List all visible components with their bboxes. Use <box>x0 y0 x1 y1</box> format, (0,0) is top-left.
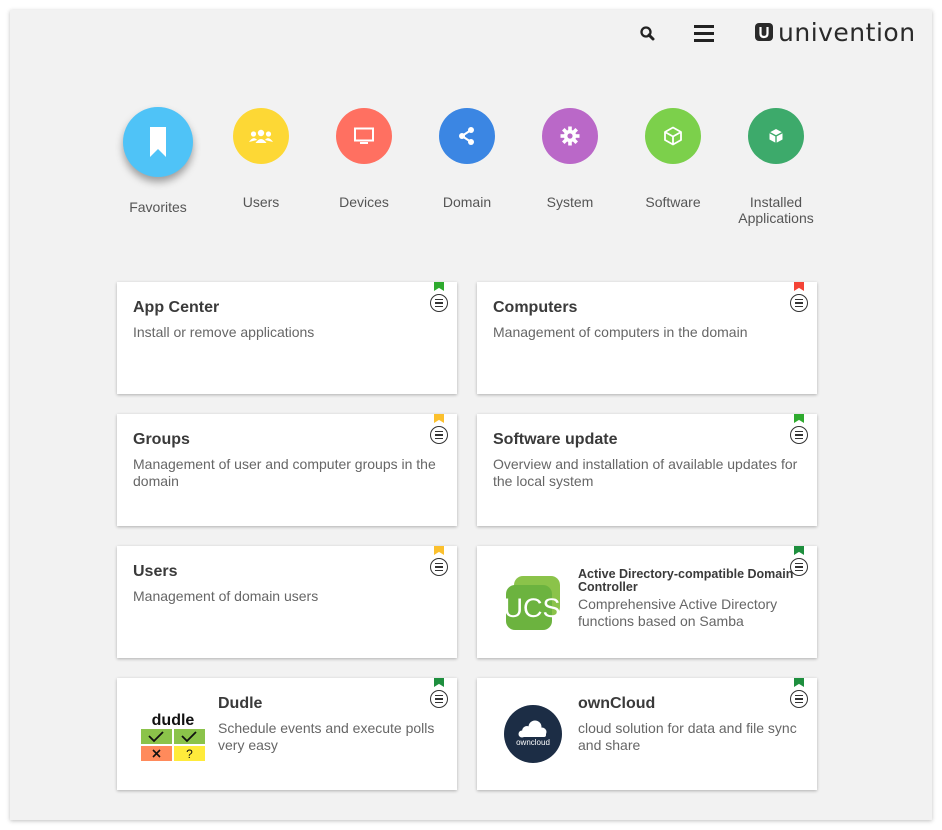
brand-name: univention <box>778 17 916 47</box>
module-menu-icon[interactable] <box>430 558 448 576</box>
category-label: Domain <box>442 194 492 210</box>
category-circle <box>542 108 598 164</box>
category-installed-applications[interactable]: Installed Applications <box>721 108 831 226</box>
box-icon <box>769 129 783 143</box>
module-description: Comprehensive Active Directory functions… <box>578 596 778 629</box>
module-description: cloud solution for data and file sync an… <box>578 720 797 753</box>
module-title: Users <box>133 563 178 580</box>
favorite-flag-icon <box>434 678 444 687</box>
category-software[interactable]: Software <box>618 108 728 210</box>
module-title: Active Directory-compatible Domain Contr… <box>578 567 794 594</box>
module-description: Management of user and computer groups i… <box>133 456 436 489</box>
category-system[interactable]: System <box>515 108 625 210</box>
category-circle <box>748 108 804 164</box>
category-favorites[interactable]: Favorites <box>103 107 213 215</box>
module-menu-icon[interactable] <box>430 294 448 312</box>
univention-mark-icon <box>755 23 773 41</box>
module-title: Dudle <box>218 695 263 712</box>
umc-overview: univention Favorites Users Devices Domai… <box>10 10 932 820</box>
module-owncloud[interactable]: owncloud ownCloud cloud solution for dat… <box>477 678 817 790</box>
module-menu-icon[interactable] <box>790 426 808 444</box>
module-title: Groups <box>133 431 190 448</box>
share-nodes-icon <box>459 127 474 145</box>
module-groups[interactable]: Groups Management of user and computer g… <box>117 414 457 526</box>
module-description: Install or remove applications <box>133 324 315 340</box>
ucs-logo: UCS <box>506 576 561 630</box>
module-software-update[interactable]: Software update Overview and installatio… <box>477 414 817 526</box>
gear-icon <box>560 126 580 146</box>
module-app-center[interactable]: App Center Install or remove application… <box>117 282 457 394</box>
module-menu-icon[interactable] <box>430 690 448 708</box>
module-description: Management of domain users <box>133 588 319 604</box>
owncloud-logo: owncloud <box>504 705 562 763</box>
cube-icon <box>664 126 682 146</box>
favorite-flag-icon <box>794 678 804 687</box>
category-label: Users <box>242 194 280 210</box>
module-ad-domain-controller[interactable]: UCS Active Directory-compatible Domain C… <box>477 546 817 658</box>
category-circle <box>336 108 392 164</box>
favorite-flag-icon <box>434 546 444 555</box>
category-domain[interactable]: Domain <box>412 108 522 210</box>
module-menu-icon[interactable] <box>430 426 448 444</box>
module-title: App Center <box>133 299 220 316</box>
search-icon[interactable] <box>637 23 659 45</box>
favorite-flag-icon <box>434 414 444 423</box>
univention-logo: univention <box>754 16 916 48</box>
category-circle <box>645 108 701 164</box>
category-label: System <box>546 194 594 210</box>
category-devices[interactable]: Devices <box>309 108 419 210</box>
module-menu-icon[interactable] <box>790 294 808 312</box>
module-description: Management of computers in the domain <box>493 324 748 340</box>
module-menu-icon[interactable] <box>790 690 808 708</box>
users-icon <box>249 129 273 143</box>
module-title: Computers <box>493 299 578 316</box>
svg-text:owncloud: owncloud <box>516 738 550 747</box>
category-label: Software <box>645 194 701 210</box>
svg-text:?: ? <box>186 747 193 761</box>
category-label: Favorites <box>129 199 187 215</box>
category-circle <box>123 107 193 177</box>
hamburger-menu-icon[interactable] <box>693 23 715 45</box>
svg-text:UCS: UCS <box>506 593 561 623</box>
monitor-icon <box>354 127 374 144</box>
dudle-logo: dudle ? <box>141 712 205 761</box>
category-label: Devices <box>339 194 389 210</box>
category-circle <box>233 108 289 164</box>
category-users[interactable]: Users <box>206 108 316 210</box>
module-description: Schedule events and execute polls very e… <box>218 720 435 753</box>
category-label: Installed Applications <box>738 194 814 226</box>
favorite-flag-icon <box>794 546 804 555</box>
bookmark-icon <box>150 127 166 157</box>
module-dudle[interactable]: dudle ? Dudle Schedule events and execut… <box>117 678 457 790</box>
module-users[interactable]: Users Management of domain users <box>117 546 457 658</box>
svg-text:dudle: dudle <box>152 712 195 729</box>
favorite-flag-icon <box>794 414 804 423</box>
module-title: ownCloud <box>578 695 656 712</box>
module-title: Software update <box>493 431 618 448</box>
module-description: Overview and installation of available u… <box>493 456 798 489</box>
category-circle <box>439 108 495 164</box>
favorite-flag-icon <box>434 282 444 291</box>
module-computers[interactable]: Computers Management of computers in the… <box>477 282 817 394</box>
favorite-flag-icon <box>794 282 804 291</box>
